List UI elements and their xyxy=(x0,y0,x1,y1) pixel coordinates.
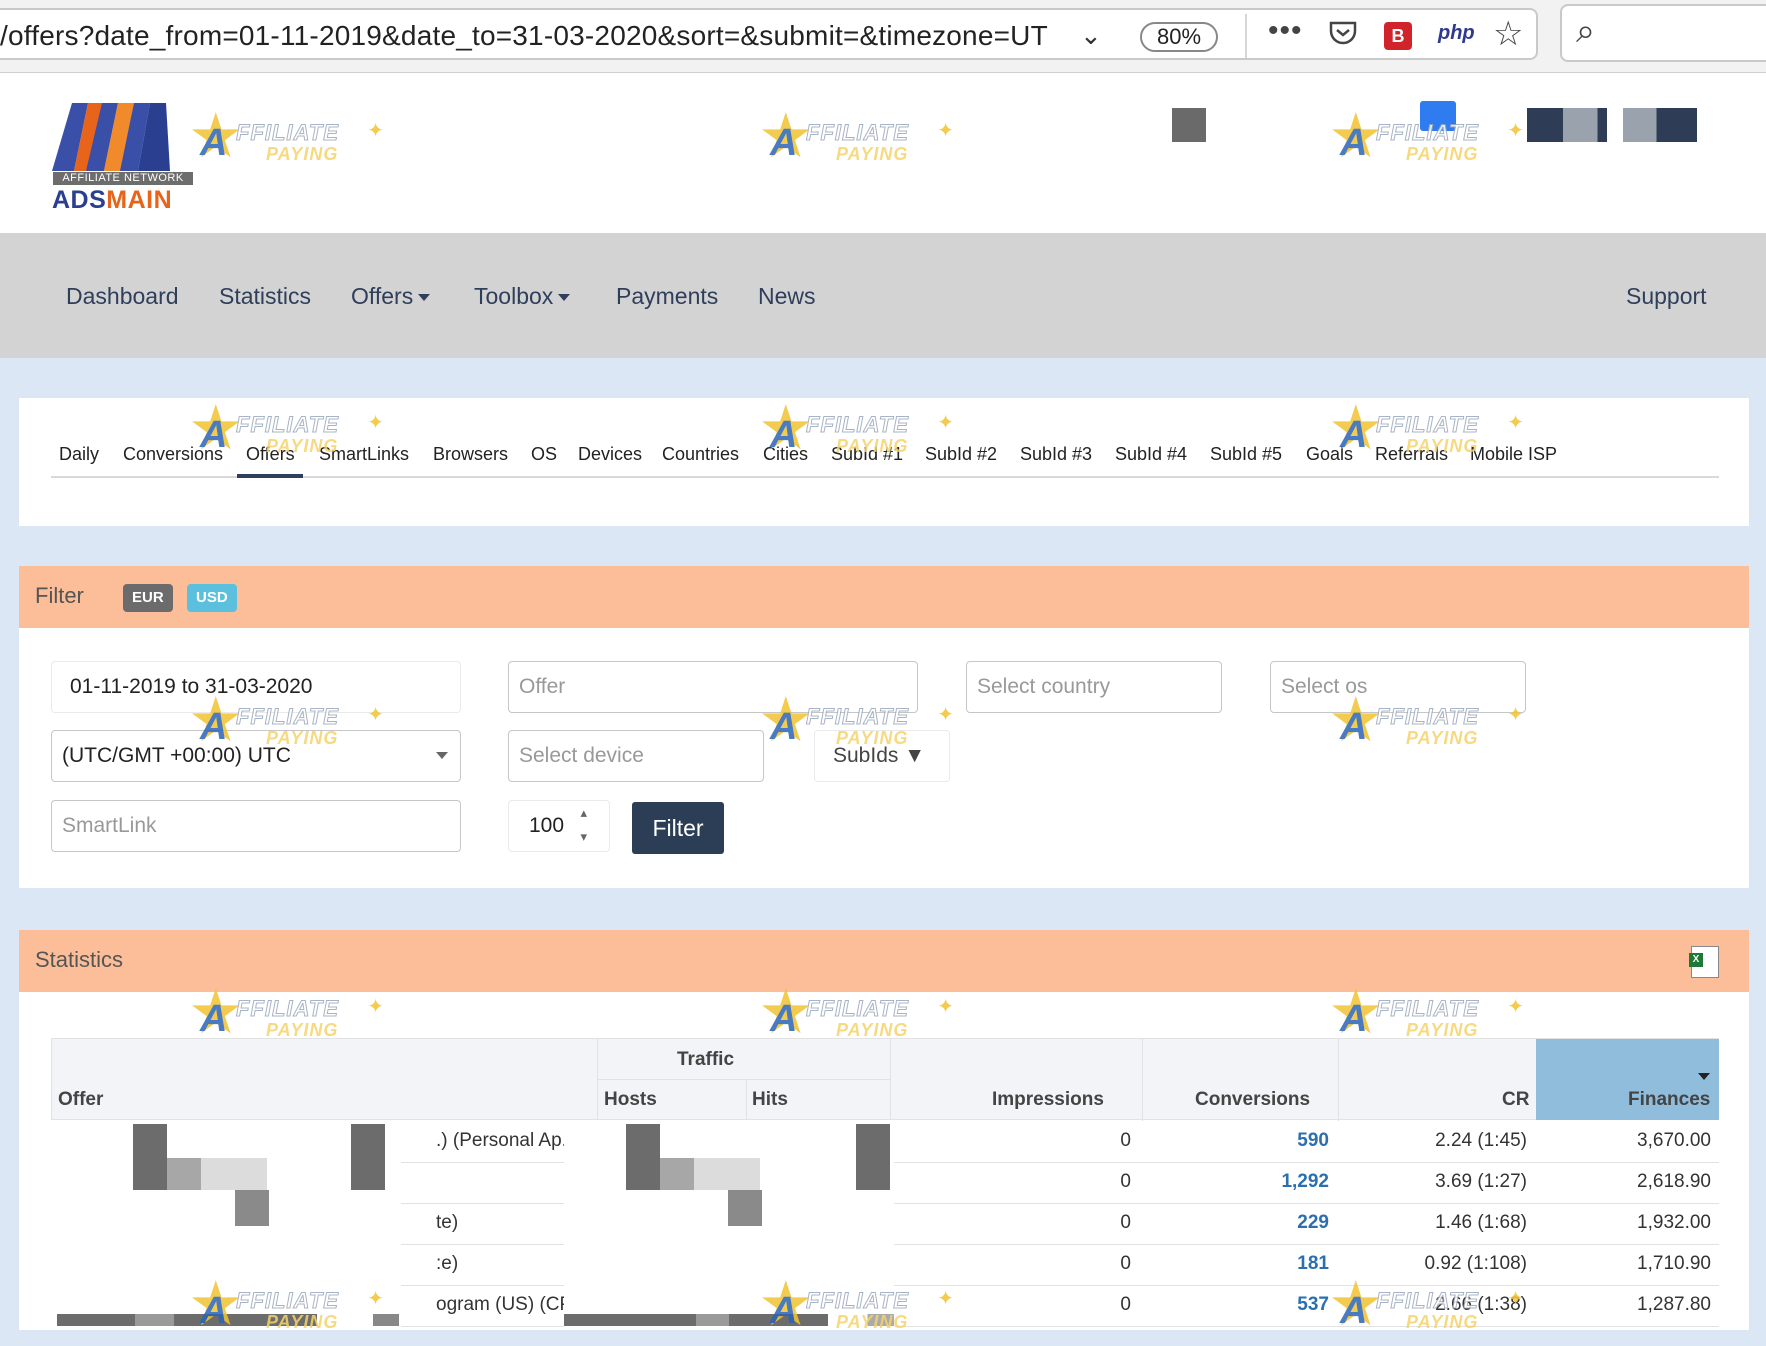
offer-name[interactable]: te) xyxy=(436,1212,458,1234)
tab-subid-3[interactable]: SubId #3 xyxy=(1020,444,1092,465)
toolbar-separator xyxy=(1245,14,1247,58)
per-page-stepper[interactable]: 100 ▴ ▾ xyxy=(508,800,610,852)
watermark-logo: ★ A FFILIATE PAYING ✦ xyxy=(1328,394,1524,463)
header-widget-dark[interactable] xyxy=(1527,108,1607,142)
impressions-value: 0 xyxy=(1120,1130,1131,1151)
watermark-logo: ★ A FFILIATE PAYING ✦ xyxy=(758,978,954,1047)
smartlink-field[interactable]: SmartLink xyxy=(51,800,461,852)
tab-browsers[interactable]: Browsers xyxy=(433,444,508,465)
offer-name[interactable]: :e) xyxy=(436,1253,458,1275)
watermark-logo: ★ A FFILIATE PAYING ✦ xyxy=(188,686,384,755)
stepper-arrows-icon[interactable]: ▴ ▾ xyxy=(580,801,587,849)
col-offer[interactable]: Offer xyxy=(58,1089,103,1111)
header-widget-gray[interactable] xyxy=(1172,108,1206,142)
finances-value: 1,287.80 xyxy=(1637,1294,1711,1315)
col-hosts[interactable]: Hosts xyxy=(604,1089,657,1111)
device-select[interactable]: Select device xyxy=(508,730,764,782)
conversions-link[interactable]: 229 xyxy=(1151,1212,1329,1234)
watermark-logo: ★ A FFILIATE PAYING ✦ xyxy=(758,1270,954,1339)
chevron-down-icon xyxy=(418,294,431,302)
logo-name: ADSMAIN xyxy=(52,186,173,214)
conversions-link[interactable]: 590 xyxy=(1151,1130,1329,1152)
offer-name[interactable]: .) (Personal Ap... xyxy=(436,1130,578,1152)
filter-title: Filter xyxy=(35,583,84,608)
tab-os[interactable]: OS xyxy=(531,444,557,465)
filter-submit-button[interactable]: Filter xyxy=(632,802,724,854)
zoom-level[interactable]: 80% xyxy=(1140,22,1218,52)
address-bar[interactable]: /offers?date_from=01-11-2019&date_to=31-… xyxy=(0,8,1538,60)
nav-payments[interactable]: Payments xyxy=(616,283,718,310)
search-bar[interactable]: ⌕ xyxy=(1560,4,1766,62)
pocket-icon[interactable] xyxy=(1328,18,1358,55)
col-finances[interactable]: Finances xyxy=(1628,1089,1710,1111)
conversions-link[interactable]: 181 xyxy=(1151,1253,1329,1275)
col-hits[interactable]: Hits xyxy=(752,1089,788,1111)
extension-icon[interactable]: B xyxy=(1384,22,1412,50)
finances-value: 1,710.90 xyxy=(1637,1253,1711,1274)
conversions-link[interactable]: 537 xyxy=(1151,1294,1329,1316)
finances-value: 2,618.90 xyxy=(1637,1171,1711,1192)
excel-export-icon[interactable]: X xyxy=(1689,946,1719,978)
browser-toolbar: /offers?date_from=01-11-2019&date_to=31-… xyxy=(0,0,1766,73)
watermark-logo: ★ A FFILIATE PAYING ✦ xyxy=(1328,978,1524,1047)
more-actions-icon[interactable]: ••• xyxy=(1268,14,1303,48)
logo-subtitle: AFFILIATE NETWORK xyxy=(53,172,193,185)
tab-subid-4[interactable]: SubId #4 xyxy=(1115,444,1187,465)
col-cr[interactable]: CR xyxy=(1502,1089,1529,1111)
php-extension-icon[interactable]: php xyxy=(1438,22,1475,45)
currency-eur-badge[interactable]: EUR xyxy=(123,584,173,612)
bookmark-star-icon[interactable]: ☆ xyxy=(1493,14,1523,54)
nav-support[interactable]: Support xyxy=(1626,283,1707,310)
currency-usd-badge[interactable]: USD xyxy=(187,584,237,612)
nav-offers[interactable]: Offers xyxy=(351,283,431,310)
watermark-logo: ★ A FFILIATE PAYING ✦ xyxy=(1328,1270,1524,1339)
sort-desc-icon xyxy=(1698,1073,1710,1080)
url-text[interactable]: /offers?date_from=01-11-2019&date_to=31-… xyxy=(0,20,1065,56)
search-icon: ⌕ xyxy=(1576,12,1596,50)
col-conversions[interactable]: Conversions xyxy=(1195,1089,1310,1111)
active-tab-indicator xyxy=(237,474,303,478)
tab-devices[interactable]: Devices xyxy=(578,444,642,465)
chevron-down-icon xyxy=(558,294,571,302)
main-nav: Dashboard Statistics Offers Toolbox Paym… xyxy=(0,233,1766,358)
finances-value: 3,670.00 xyxy=(1637,1130,1711,1151)
watermark-logo: ★ A FFILIATE PAYING ✦ xyxy=(188,978,384,1047)
filter-panel-header: Filter EUR USD xyxy=(19,566,1749,628)
traffic-group-header: Traffic xyxy=(677,1049,735,1070)
watermark-logo: ★ A FFILIATE PAYING ✦ xyxy=(758,394,954,463)
nav-news[interactable]: News xyxy=(758,283,816,310)
cr-value: 1.46 (1:68) xyxy=(1435,1212,1527,1233)
nav-statistics[interactable]: Statistics xyxy=(219,283,311,310)
conversions-link[interactable]: 1,292 xyxy=(1151,1171,1329,1193)
header-widget-dark-2[interactable] xyxy=(1623,108,1697,142)
watermark-logo: ★ A FFILIATE PAYING ✦ xyxy=(188,1270,384,1339)
country-select[interactable]: Select country xyxy=(966,661,1222,713)
nav-dashboard[interactable]: Dashboard xyxy=(66,283,179,310)
tab-daily[interactable]: Daily xyxy=(59,444,99,465)
nav-toolbox[interactable]: Toolbox xyxy=(474,283,571,310)
watermark-logo: ★ A FFILIATE PAYING ✦ xyxy=(758,102,954,171)
chevron-down-icon xyxy=(436,752,448,759)
watermark-logo: ★ A FFILIATE PAYING ✦ xyxy=(188,102,384,171)
impressions-value: 0 xyxy=(1120,1212,1131,1233)
cr-value: 3.69 (1:27) xyxy=(1435,1171,1527,1192)
tab-subid-5[interactable]: SubId #5 xyxy=(1210,444,1282,465)
impressions-value: 0 xyxy=(1120,1294,1131,1315)
statistics-panel-header: Statistics X xyxy=(19,930,1749,992)
finances-value: 1,932.00 xyxy=(1637,1212,1711,1233)
watermark-logo: ★ A FFILIATE PAYING ✦ xyxy=(758,686,954,755)
watermark-logo: ★ A FFILIATE PAYING ✦ xyxy=(188,394,384,463)
cr-value: 2.24 (1:45) xyxy=(1435,1130,1527,1151)
watermark-logo: ★ A FFILIATE PAYING ✦ xyxy=(1328,102,1524,171)
impressions-value: 0 xyxy=(1120,1171,1131,1192)
tab-countries[interactable]: Countries xyxy=(662,444,739,465)
url-dropdown-icon[interactable]: ⌄ xyxy=(1080,20,1102,51)
statistics-title: Statistics xyxy=(35,947,124,972)
col-impressions[interactable]: Impressions xyxy=(992,1089,1104,1111)
watermark-logo: ★ A FFILIATE PAYING ✦ xyxy=(1328,686,1524,755)
impressions-value: 0 xyxy=(1120,1253,1131,1274)
